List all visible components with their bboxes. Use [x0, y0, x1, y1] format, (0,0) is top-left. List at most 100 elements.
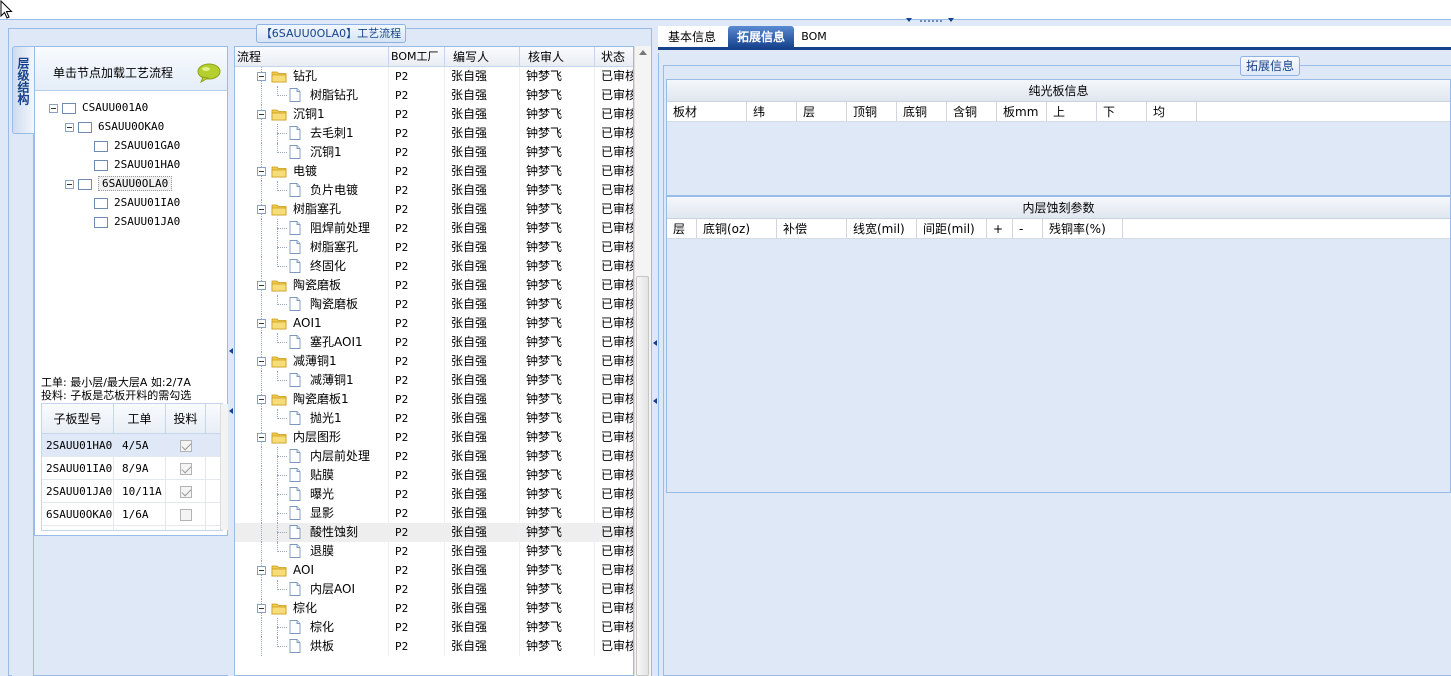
inner-etch-col-header[interactable]: 补偿 [777, 219, 847, 238]
bare-board-col-header[interactable]: 含铜 [947, 102, 997, 121]
splitter-arrow-icon[interactable] [229, 408, 233, 414]
process-row[interactable]: 减薄铜1 P2 张自强 钟梦飞 已审核 [235, 371, 633, 390]
collapse-icon[interactable] [257, 319, 266, 328]
process-row[interactable]: 去毛刺1 P2 张自强 钟梦飞 已审核 [235, 124, 633, 143]
process-row[interactable]: 贴膜 P2 张自强 钟梦飞 已审核 [235, 466, 633, 485]
process-row[interactable]: 树脂塞孔 P2 张自强 钟梦飞 已审核 [235, 200, 633, 219]
process-row[interactable]: 终固化 P2 张自强 钟梦飞 已审核 [235, 257, 633, 276]
process-row[interactable]: 阻焊前处理 P2 张自强 钟梦飞 已审核 [235, 219, 633, 238]
inner-etch-col-header[interactable]: + [987, 219, 1013, 238]
bare-board-col-header[interactable]: 均 [1147, 102, 1197, 121]
tree-node[interactable]: 6SAUU0OKA0 [65, 117, 164, 136]
collapse-icon[interactable] [257, 205, 266, 214]
sub-board-row[interactable]: 6SAUU0OLA07/12A [42, 526, 222, 530]
tree-node[interactable]: 2SAUU01HA0 [81, 155, 180, 174]
collapse-icon[interactable] [257, 433, 266, 442]
process-row[interactable]: 显影 P2 张自强 钟梦飞 已审核 [235, 504, 633, 523]
process-row[interactable]: 棕化 P2 张自强 钟梦飞 已审核 [235, 599, 633, 618]
process-row[interactable]: 内层AOI P2 张自强 钟梦飞 已审核 [235, 580, 633, 599]
inner-etch-col-header[interactable]: 线宽(mil) [847, 219, 917, 238]
col-header-feed[interactable]: 投料 [166, 404, 206, 433]
process-row[interactable]: 负片电镀 P2 张自强 钟梦飞 已审核 [235, 181, 633, 200]
collapse-icon[interactable] [257, 72, 266, 81]
process-row[interactable]: 塞孔AOI1 P2 张自强 钟梦飞 已审核 [235, 333, 633, 352]
process-row[interactable]: 抛光1 P2 张自强 钟梦飞 已审核 [235, 409, 633, 428]
col-header-status[interactable]: 状态 [595, 47, 633, 66]
bare-board-col-header[interactable]: 层 [797, 102, 847, 121]
process-row[interactable]: 树脂钻孔 P2 张自强 钟梦飞 已审核 [235, 86, 633, 105]
collapse-grip-icon[interactable] [906, 17, 956, 25]
process-row[interactable]: 棕化 P2 张自强 钟梦飞 已审核 [235, 618, 633, 637]
process-row[interactable]: 内层前处理 P2 张自强 钟梦飞 已审核 [235, 447, 633, 466]
inner-etch-col-header[interactable]: - [1013, 219, 1043, 238]
process-row[interactable]: 曝光 P2 张自强 钟梦飞 已审核 [235, 485, 633, 504]
process-row[interactable]: AOI P2 张自强 钟梦飞 已审核 [235, 561, 633, 580]
inner-etch-col-header[interactable]: 间距(mil) [917, 219, 987, 238]
tree-node[interactable]: CSAUU001A0 [49, 98, 148, 117]
process-row[interactable]: 钻孔 P2 张自强 钟梦飞 已审核 [235, 67, 633, 86]
collapse-icon[interactable] [257, 357, 266, 366]
process-row[interactable]: 陶瓷磨板1 P2 张自强 钟梦飞 已审核 [235, 390, 633, 409]
process-row[interactable]: 内层图形 P2 张自强 钟梦飞 已审核 [235, 428, 633, 447]
process-scrollbar-thumb[interactable] [636, 276, 649, 676]
collapse-icon[interactable] [257, 604, 266, 613]
col-header-model[interactable]: 子板型号 [42, 404, 114, 433]
feed-checkbox[interactable] [180, 486, 192, 498]
process-row[interactable]: 酸性蚀刻 P2 张自强 钟梦飞 已审核 [235, 523, 633, 542]
sub-board-row[interactable]: 2SAUU01JA0 10/11A [42, 480, 222, 503]
splitter-arrow-icon[interactable] [653, 398, 657, 404]
bare-board-col-header[interactable]: 板材 [667, 102, 747, 121]
collapse-icon[interactable] [257, 167, 266, 176]
process-row[interactable]: 沉铜1 P2 张自强 钟梦飞 已审核 [235, 143, 633, 162]
sub-board-row[interactable]: 6SAUU0OKA0 1/6A [42, 503, 222, 526]
collapse-icon[interactable] [257, 566, 266, 575]
process-row[interactable]: 陶瓷磨板 P2 张自强 钟梦飞 已审核 [235, 276, 633, 295]
feed-checkbox[interactable] [180, 463, 192, 475]
sub-board-scrollbar[interactable] [220, 404, 228, 530]
tab-bom[interactable]: BOM [798, 26, 830, 48]
inner-etch-col-header[interactable]: 层 [667, 219, 697, 238]
col-header-writer[interactable]: 编写人 [445, 47, 520, 66]
vertical-tab-structure[interactable]: 层级结构 [12, 46, 34, 134]
splitter-arrow-icon[interactable] [229, 348, 233, 354]
sub-board-row[interactable]: 2SAUU01HA0 4/5A [42, 434, 222, 457]
process-row[interactable]: 电镀 P2 张自强 钟梦飞 已审核 [235, 162, 633, 181]
process-row[interactable]: 退膜 P2 张自强 钟梦飞 已审核 [235, 542, 633, 561]
process-row[interactable]: 沉铜1 P2 张自强 钟梦飞 已审核 [235, 105, 633, 124]
tree-node[interactable]: 2SAUU01IA0 [81, 193, 180, 212]
collapse-icon[interactable] [257, 395, 266, 404]
feed-checkbox[interactable] [180, 440, 192, 452]
scroll-up-icon[interactable] [638, 48, 648, 56]
col-header-bom-factory[interactable]: BOM工厂 [389, 47, 445, 66]
process-row[interactable]: 树脂塞孔 P2 张自强 钟梦飞 已审核 [235, 238, 633, 257]
col-header-flow[interactable]: 流程 [235, 47, 389, 66]
tree-collapse-icon[interactable] [65, 122, 74, 132]
tree-node[interactable]: 2SAUU01JA0 [81, 212, 180, 231]
collapse-icon[interactable] [257, 281, 266, 290]
splitter-arrow-icon[interactable] [653, 340, 657, 346]
process-row[interactable]: 烘板 P2 张自强 钟梦飞 已审核 [235, 637, 633, 656]
inner-etch-col-header[interactable]: 残铜率(%) [1043, 219, 1123, 238]
tab-extended-info[interactable]: 拓展信息 [728, 26, 794, 48]
process-row[interactable]: 陶瓷磨板 P2 张自强 钟梦飞 已审核 [235, 295, 633, 314]
bare-board-col-header[interactable]: 上 [1047, 102, 1097, 121]
bare-board-col-header[interactable]: 底铜 [897, 102, 947, 121]
bare-board-col-header[interactable]: 下 [1097, 102, 1147, 121]
collapse-icon[interactable] [257, 110, 266, 119]
tab-basic-info[interactable]: 基本信息 [660, 26, 724, 48]
process-row[interactable]: 减薄铜1 P2 张自强 钟梦飞 已审核 [235, 352, 633, 371]
sub-board-row[interactable]: 2SAUU01IA0 8/9A [42, 457, 222, 480]
inner-etch-col-header[interactable]: 底铜(oz) [697, 219, 777, 238]
tree-collapse-icon[interactable] [49, 103, 58, 113]
tree-collapse-icon[interactable] [65, 179, 74, 189]
tree-node[interactable]: 2SAUU01GA0 [81, 136, 180, 155]
bare-board-col-header[interactable]: 板mm [997, 102, 1047, 121]
col-header-order[interactable]: 工单 [114, 404, 166, 433]
feed-checkbox[interactable] [180, 509, 192, 521]
process-row[interactable]: AOI1 P2 张自强 钟梦飞 已审核 [235, 314, 633, 333]
speech-bubble-icon[interactable] [197, 63, 221, 83]
col-header-reviewer[interactable]: 核审人 [520, 47, 595, 66]
bare-board-col-header[interactable]: 纬 [747, 102, 797, 121]
bare-board-col-header[interactable]: 顶铜 [847, 102, 897, 121]
tree-node[interactable]: 6SAUU0OLA0 [65, 174, 173, 193]
